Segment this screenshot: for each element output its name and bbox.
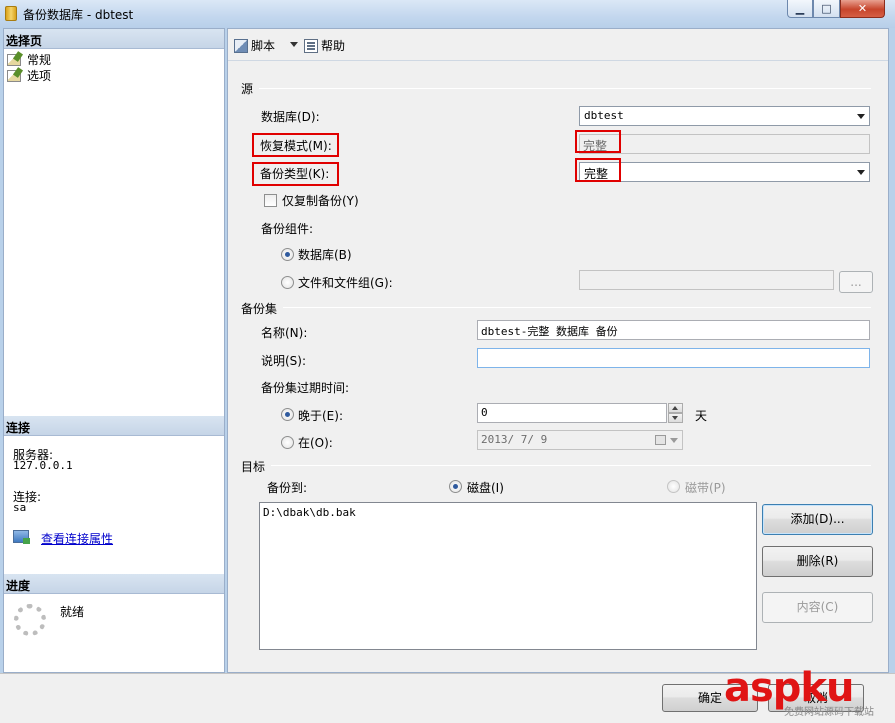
expiration-label: 备份集过期时间: — [261, 381, 350, 395]
description-label: 说明(S): — [261, 354, 307, 368]
progress-status: 就绪 — [60, 605, 85, 619]
page-item-general[interactable]: 常规 — [7, 51, 52, 67]
spin-up-icon[interactable] — [668, 403, 683, 413]
title-bar: 备份数据库 - dbtest — [0, 0, 895, 28]
window-title: 备份数据库 - dbtest — [23, 8, 134, 22]
expire-date-picker[interactable]: 2013/ 7/ 9 — [477, 430, 683, 450]
highlight-box — [575, 130, 621, 153]
connection-properties-icon — [13, 530, 30, 544]
backup-type-select[interactable]: 完整 — [579, 162, 870, 182]
chevron-down-icon — [857, 114, 865, 119]
page-icon — [7, 70, 21, 82]
backup-type-label: 备份类型(K): — [260, 167, 330, 181]
expire-after-radio[interactable] — [281, 408, 294, 421]
page-item-label: 选项 — [27, 69, 52, 83]
chevron-down-icon — [857, 170, 865, 175]
view-connection-properties-link[interactable]: 查看连接属性 — [41, 530, 113, 547]
expire-after-label: 晚于(E): — [298, 409, 343, 423]
days-unit-label: 天 — [695, 409, 708, 423]
expire-on-label: 在(O): — [298, 436, 333, 450]
progress-spinner-icon — [14, 604, 46, 636]
left-pane: 选择页 常规 选项 连接 服务器: 127.0.0.1 连接: sa 查看连接属… — [3, 28, 225, 673]
connection-header: 连接 — [4, 416, 224, 436]
script-button[interactable]: 脚本 — [234, 37, 275, 54]
maximize-button[interactable]: □ — [813, 0, 840, 18]
list-item[interactable]: D:\dbak\db.bak — [263, 506, 356, 519]
backup-component-label: 备份组件: — [261, 222, 314, 236]
page-icon — [7, 54, 21, 66]
server-value: 127.0.0.1 — [13, 459, 73, 472]
database-icon — [5, 6, 17, 21]
main-pane: 脚本 帮助 源 数据库(D): dbtest 恢复模式(M): 完整 备份类型(… — [227, 28, 889, 673]
script-icon — [234, 39, 248, 53]
copy-only-label: 仅复制备份(Y) — [282, 194, 359, 208]
component-database-label: 数据库(B) — [298, 248, 352, 262]
select-page-header: 选择页 — [4, 29, 224, 49]
browse-files-button[interactable]: ... — [839, 271, 873, 293]
database-value: dbtest — [584, 109, 624, 122]
recovery-model-label: 恢复模式(M): — [260, 139, 332, 153]
contents-button[interactable]: 内容(C) — [762, 592, 873, 623]
watermark-caption: 免费网站源码下载站 — [784, 707, 874, 718]
backup-to-label: 备份到: — [267, 481, 308, 495]
remove-destination-button[interactable]: 删除(R) — [762, 546, 873, 577]
expire-days-input[interactable]: 0 — [477, 403, 667, 423]
script-label: 脚本 — [251, 39, 276, 53]
database-select[interactable]: dbtest — [579, 106, 870, 126]
copy-only-checkbox[interactable] — [264, 194, 277, 207]
backup-name-input[interactable]: dbtest-完整 数据库 备份 — [477, 320, 870, 340]
disk-radio[interactable] — [449, 480, 462, 493]
help-label: 帮助 — [321, 39, 346, 53]
backup-name-label: 名称(N): — [261, 326, 308, 340]
divider — [283, 307, 871, 308]
component-files-label: 文件和文件组(G): — [298, 276, 393, 290]
component-database-radio[interactable] — [281, 248, 294, 261]
calendar-icon — [655, 435, 666, 445]
page-item-options[interactable]: 选项 — [7, 67, 52, 83]
tape-label: 磁带(P) — [685, 481, 726, 495]
destination-group-label: 目标 — [241, 460, 266, 474]
expire-date-value: 2013/ 7/ 9 — [481, 433, 548, 446]
chevron-down-icon — [670, 438, 678, 443]
divider — [271, 465, 871, 466]
database-label: 数据库(D): — [261, 110, 320, 124]
source-group-label: 源 — [241, 82, 254, 96]
tape-radio[interactable] — [667, 480, 680, 493]
connection-value: sa — [13, 501, 27, 514]
chevron-down-icon[interactable] — [290, 42, 298, 47]
help-icon — [304, 39, 318, 53]
close-button[interactable]: ✕ — [840, 0, 885, 18]
destination-list[interactable]: D:\dbak\db.bak — [259, 502, 757, 650]
backup-set-group-label: 备份集 — [241, 302, 278, 316]
expire-on-radio[interactable] — [281, 436, 294, 449]
files-field — [579, 270, 834, 290]
disk-label: 磁盘(I) — [467, 481, 504, 495]
component-files-radio[interactable] — [281, 276, 294, 289]
page-item-label: 常规 — [27, 53, 52, 67]
toolbar: 脚本 帮助 — [228, 29, 888, 61]
highlight-box — [575, 158, 621, 182]
help-button[interactable]: 帮助 — [304, 37, 345, 54]
divider — [259, 88, 871, 89]
description-input[interactable] — [477, 348, 870, 368]
add-destination-button[interactable]: 添加(D)... — [762, 504, 873, 535]
recovery-model-field: 完整 — [579, 134, 870, 154]
minimize-button[interactable]: ▁ — [787, 0, 813, 18]
spin-down-icon[interactable] — [668, 413, 683, 423]
progress-header: 进度 — [4, 574, 224, 594]
